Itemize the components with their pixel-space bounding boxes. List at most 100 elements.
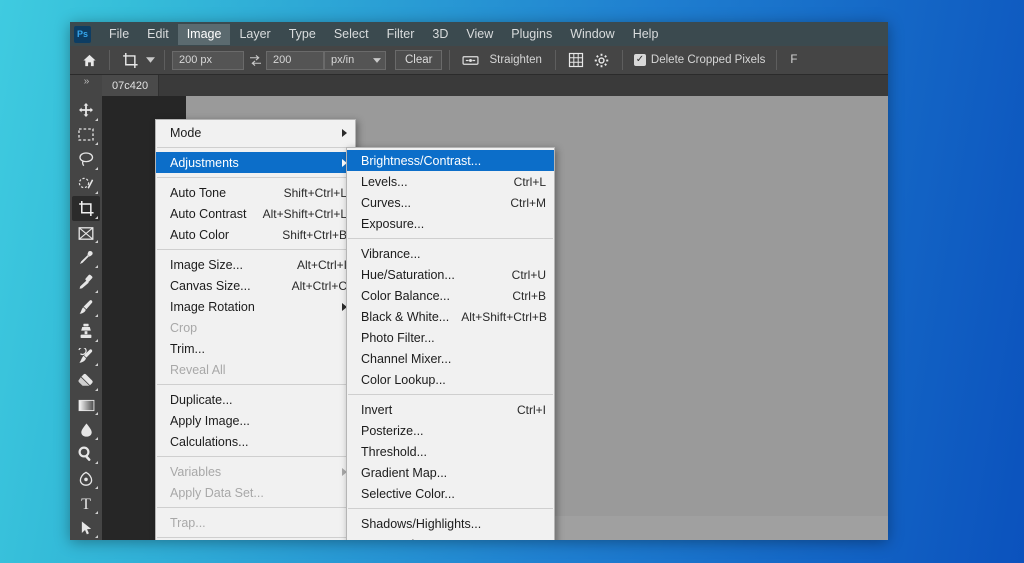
home-icon[interactable] <box>76 48 102 72</box>
document-tab[interactable]: 07c420 <box>102 75 160 96</box>
divider <box>554 50 556 70</box>
menu-view[interactable]: View <box>457 24 502 45</box>
menu-item-invert[interactable]: Invert Ctrl+I <box>347 399 554 420</box>
menu-plugins[interactable]: Plugins <box>502 24 561 45</box>
straighten-label[interactable]: Straighten <box>483 54 547 66</box>
menu-window[interactable]: Window <box>561 24 623 45</box>
gradient-tool[interactable] <box>72 393 100 418</box>
delete-cropped-pixels-checkbox[interactable]: ✓ Delete Cropped Pixels <box>630 54 769 66</box>
menu-item-trap: Trap... <box>156 512 355 533</box>
brush-tool[interactable] <box>72 295 100 320</box>
grid-overlay-icon[interactable] <box>563 48 589 72</box>
dodge-tool[interactable] <box>72 442 100 467</box>
straighten-icon[interactable] <box>457 48 483 72</box>
spot-healing-brush-tool[interactable] <box>72 270 100 295</box>
menu-item-shortcut: Ctrl+I <box>516 402 546 417</box>
menu-item-calculations[interactable]: Calculations... <box>156 431 355 452</box>
menu-item-label: Shadows/Highlights... <box>361 516 482 531</box>
menu-separator <box>157 456 354 457</box>
menu-item-shortcut: Alt+Ctrl+I <box>296 257 347 272</box>
crop-tool[interactable] <box>72 196 100 221</box>
type-tool[interactable]: T <box>72 491 100 516</box>
menu-item-label: HDR Toning... <box>361 538 546 541</box>
menu-item-curves[interactable]: Curves... Ctrl+M <box>347 192 554 213</box>
menu-item-color-lookup[interactable]: Color Lookup... <box>347 369 554 390</box>
divider <box>621 50 623 70</box>
menu-item-shortcut: Alt+Shift+Ctrl+B <box>461 309 547 324</box>
crop-tool-icon[interactable] <box>117 48 143 72</box>
menu-item-canvas-size[interactable]: Canvas Size... Alt+Ctrl+C <box>156 275 355 296</box>
move-tool[interactable] <box>72 98 100 123</box>
divider <box>109 50 110 70</box>
menu-item-auto-tone[interactable]: Auto Tone Shift+Ctrl+L <box>156 182 355 203</box>
menu-item-hue-saturation[interactable]: Hue/Saturation... Ctrl+U <box>347 264 554 285</box>
tool-group-indicator-icon <box>95 387 98 391</box>
eyedropper-tool[interactable] <box>72 245 100 270</box>
document-tab-strip: » 07c420 <box>70 75 888 96</box>
menu-select[interactable]: Select <box>325 24 378 45</box>
menu-item-label: Exposure... <box>361 216 425 231</box>
menu-item-color-balance[interactable]: Color Balance... Ctrl+B <box>347 285 554 306</box>
menu-item-brightness-contrast[interactable]: Brightness/Contrast... <box>347 150 554 171</box>
menu-item-duplicate[interactable]: Duplicate... <box>156 389 355 410</box>
menu-item-exposure[interactable]: Exposure... <box>347 213 554 234</box>
adjustments-submenu: Brightness/Contrast... Levels... Ctrl+L Cur… <box>346 147 555 540</box>
eraser-tool[interactable] <box>72 368 100 393</box>
crop-preset-chevron-icon[interactable] <box>143 48 157 72</box>
menu-file[interactable]: File <box>100 24 138 45</box>
menu-item-image-size[interactable]: Image Size... Alt+Ctrl+I <box>156 254 355 275</box>
tool-group-indicator-icon <box>95 436 98 440</box>
path-selection-tool[interactable] <box>72 516 100 540</box>
crop-width-input[interactable]: 200 px <box>172 50 244 70</box>
menu-item-label: Image Size... <box>170 257 243 272</box>
quick-selection-tool[interactable] <box>72 172 100 197</box>
gear-icon[interactable] <box>589 48 615 72</box>
menu-item-gradient-map[interactable]: Gradient Map... <box>347 462 554 483</box>
menu-type[interactable]: Type <box>280 24 325 45</box>
menu-3d[interactable]: 3D <box>423 24 457 45</box>
trailing-option-label[interactable]: F <box>784 54 803 66</box>
clone-stamp-tool[interactable] <box>72 319 100 344</box>
clear-button[interactable]: Clear <box>395 50 443 70</box>
menu-edit[interactable]: Edit <box>138 24 178 45</box>
double-chevron-icon: » <box>83 76 89 87</box>
menu-layer[interactable]: Layer <box>230 24 279 45</box>
menu-item-label: Brightness/Contrast... <box>361 153 482 168</box>
history-brush-tool[interactable] <box>72 344 100 369</box>
divider <box>164 50 165 70</box>
menu-item-channel-mixer[interactable]: Channel Mixer... <box>347 348 554 369</box>
delete-cropped-pixels-label: Delete Cropped Pixels <box>650 54 766 66</box>
menu-item-auto-contrast[interactable]: Auto Contrast Alt+Shift+Ctrl+L <box>156 203 355 224</box>
menu-item-label: Black & White... <box>361 309 450 324</box>
menu-item-auto-color[interactable]: Auto Color Shift+Ctrl+B <box>156 224 355 245</box>
swap-dimensions-icon[interactable] <box>244 48 266 72</box>
menu-item-hdr-toning[interactable]: HDR Toning... <box>347 534 554 541</box>
rectangular-marquee-tool[interactable] <box>72 123 100 148</box>
menu-item-black-white[interactable]: Black & White... Alt+Shift+Ctrl+B <box>347 306 554 327</box>
tool-group-indicator-icon <box>95 191 98 195</box>
pen-tool[interactable] <box>72 466 100 491</box>
menu-filter[interactable]: Filter <box>378 24 424 45</box>
blur-tool[interactable] <box>72 417 100 442</box>
menu-item-selective-color[interactable]: Selective Color... <box>347 483 554 504</box>
menu-item-label: Selective Color... <box>361 486 455 501</box>
menu-item-adjustments[interactable]: Adjustments <box>156 152 355 173</box>
frame-tool[interactable] <box>72 221 100 246</box>
menu-item-trim[interactable]: Trim... <box>156 338 355 359</box>
menu-item-apply-image[interactable]: Apply Image... <box>156 410 355 431</box>
menu-image[interactable]: Image <box>177 23 231 45</box>
toolbar-collapse-button[interactable]: » <box>70 75 102 96</box>
menu-item-vibrance[interactable]: Vibrance... <box>347 243 554 264</box>
menu-help[interactable]: Help <box>624 24 668 45</box>
crop-height-input[interactable]: 200 <box>266 50 324 70</box>
menu-item-posterize[interactable]: Posterize... <box>347 420 554 441</box>
menu-item-levels[interactable]: Levels... Ctrl+L <box>347 171 554 192</box>
menu-item-shadows-highlights[interactable]: Shadows/Highlights... <box>347 513 554 534</box>
menu-item-photo-filter[interactable]: Photo Filter... <box>347 327 554 348</box>
menu-item-mode[interactable]: Mode <box>156 122 355 143</box>
menu-item-image-rotation[interactable]: Image Rotation <box>156 296 355 317</box>
resolution-unit-select[interactable]: px/in <box>324 50 386 70</box>
lasso-tool[interactable] <box>72 147 100 172</box>
tool-group-indicator-icon <box>95 412 98 416</box>
menu-item-threshold[interactable]: Threshold... <box>347 441 554 462</box>
